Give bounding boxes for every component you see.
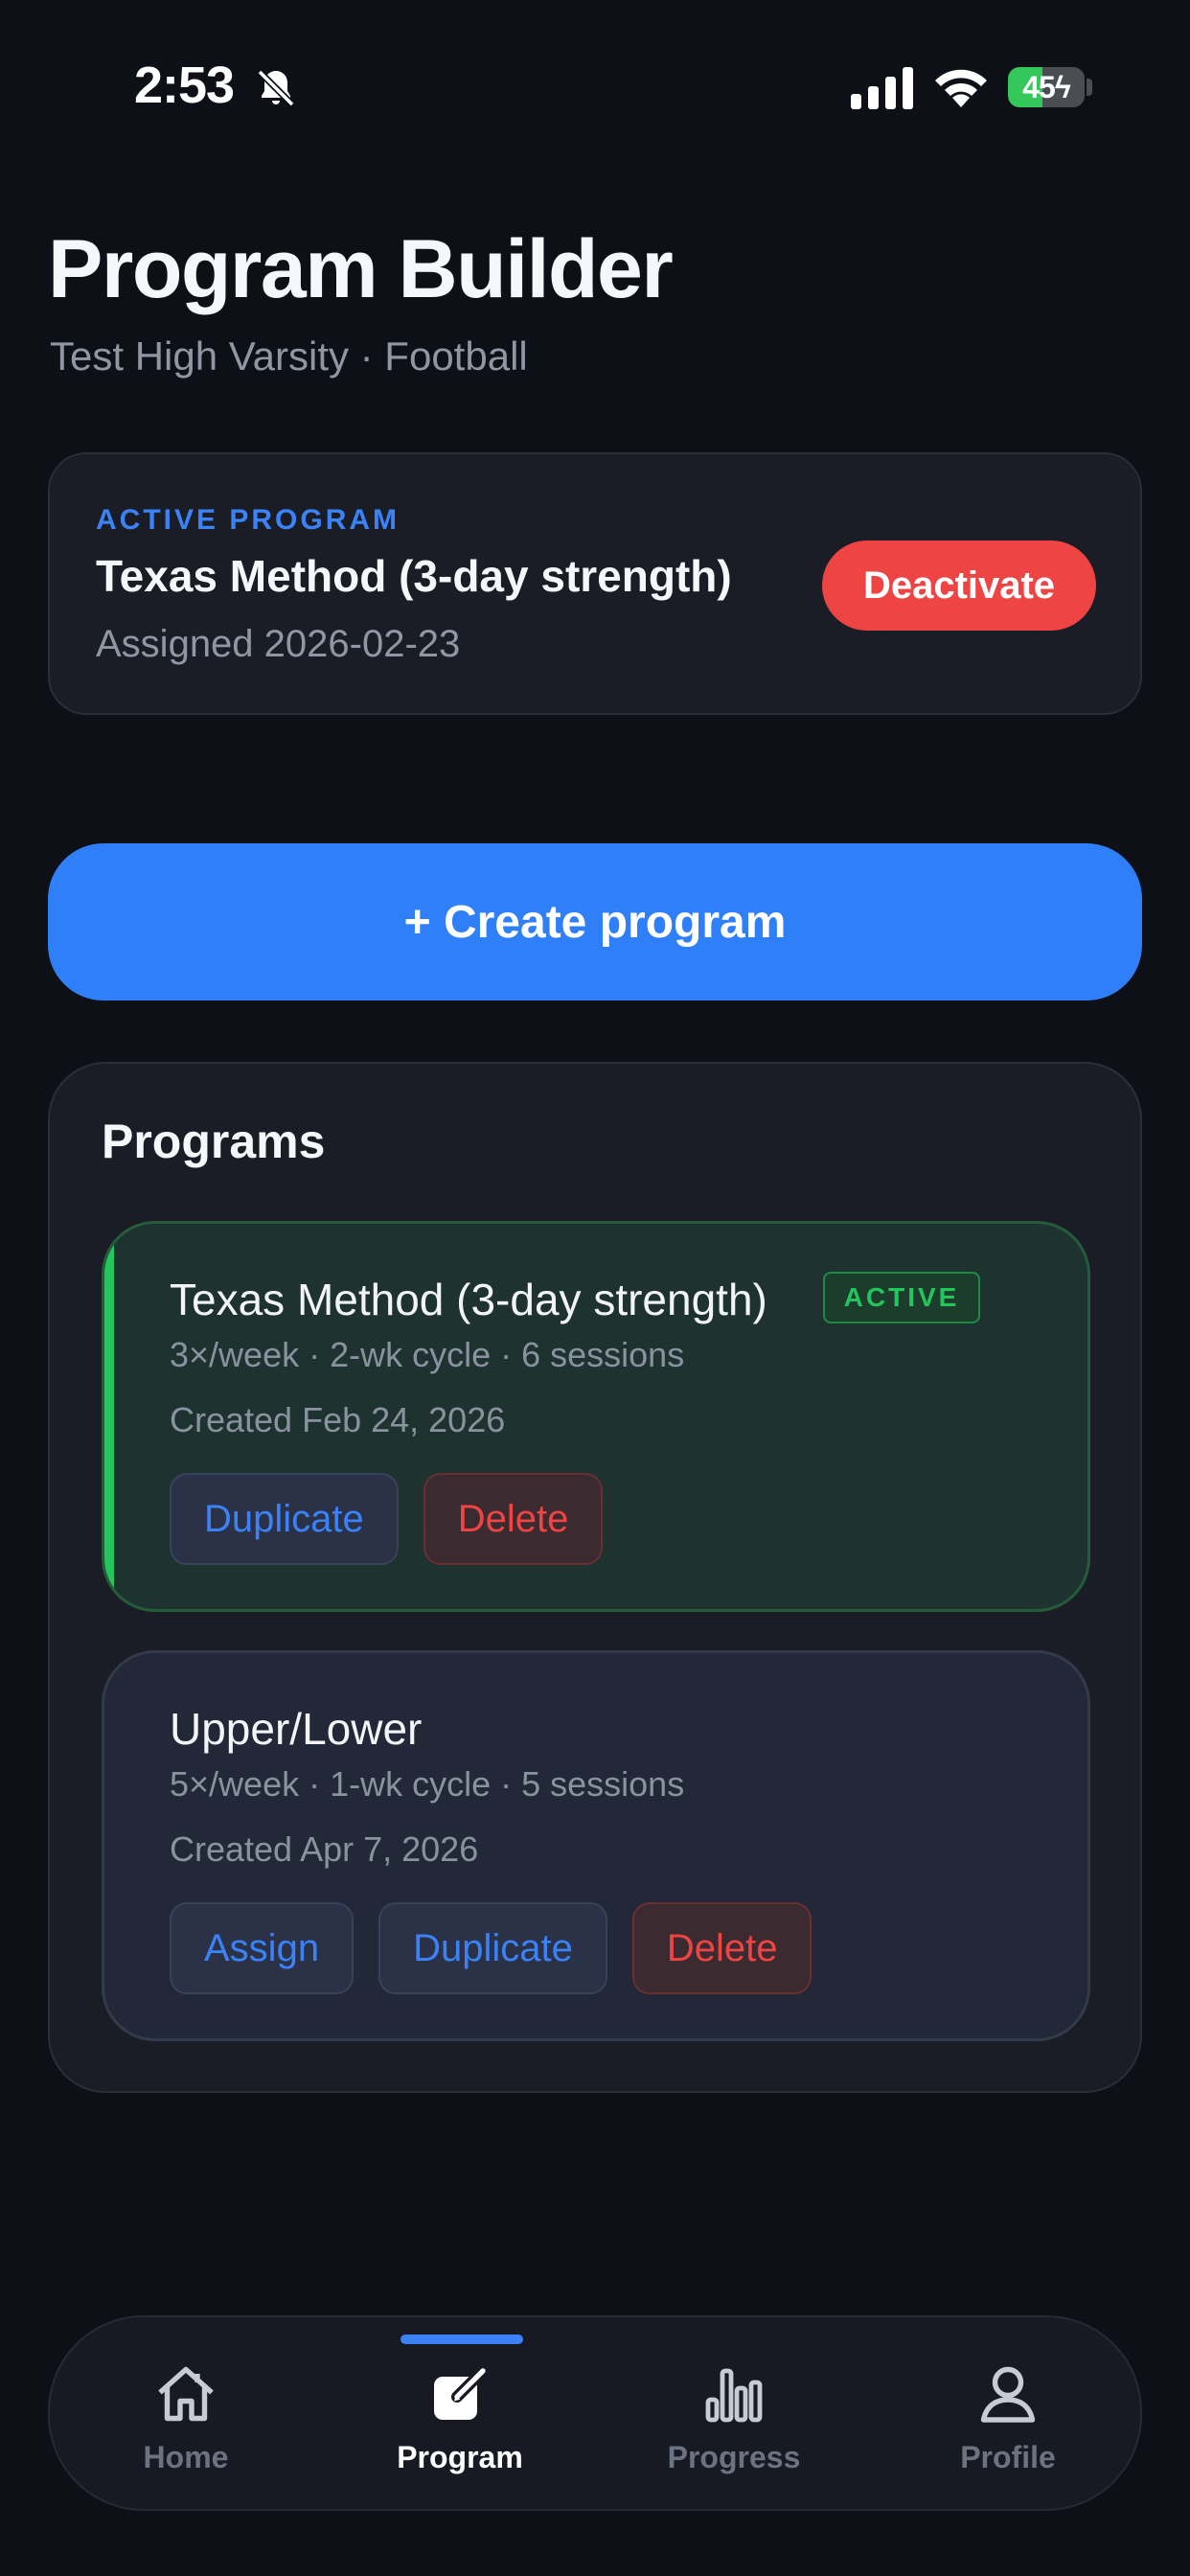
program-name: Upper/Lower xyxy=(170,1704,423,1754)
active-program-card: ACTIVE PROGRAM Texas Method (3-day stren… xyxy=(48,452,1142,715)
active-program-eyebrow: ACTIVE PROGRAM xyxy=(96,504,400,536)
program-created-date: Created Apr 7, 2026 xyxy=(170,1829,479,1869)
program-created-date: Created Feb 24, 2026 xyxy=(170,1400,506,1439)
deactivate-button[interactable]: Deactivate xyxy=(822,540,1096,631)
status-time: 2:53 xyxy=(134,57,235,114)
bell-slash-icon xyxy=(257,69,295,107)
tab-label-program: Program xyxy=(397,2440,523,2474)
tab-label-progress: Progress xyxy=(667,2440,801,2474)
create-program-button[interactable]: + Create program xyxy=(48,843,1142,1000)
wifi-icon xyxy=(935,69,987,107)
bar-chart-icon xyxy=(705,2368,763,2423)
page-subtitle: Test High Varsity · Football xyxy=(50,334,528,379)
active-status-badge: ACTIVE xyxy=(823,1272,980,1323)
programs-panel: Programs Texas Method (3-day strength) A… xyxy=(48,1062,1142,2093)
bottom-tab-bar: Home Program Progress Profile xyxy=(48,2315,1142,2511)
programs-section-title: Programs xyxy=(102,1115,326,1168)
battery-level: 45 ϟ xyxy=(1022,69,1071,104)
tab-label-profile: Profile xyxy=(960,2440,1056,2474)
delete-button[interactable]: Delete xyxy=(423,1473,604,1565)
program-card-upper-lower[interactable]: Upper/Lower 5×/week · 1-wk cycle · 5 ses… xyxy=(102,1650,1090,2041)
edit-icon xyxy=(434,2365,489,2420)
program-meta: 3×/week · 2-wk cycle · 6 sessions xyxy=(170,1335,685,1374)
tab-program[interactable]: Program xyxy=(364,2359,556,2484)
active-program-assigned-date: Assigned 2026-02-23 xyxy=(96,623,461,665)
program-actions: Assign Duplicate Delete xyxy=(170,1902,812,1994)
program-card-texas-method[interactable]: Texas Method (3-day strength) ACTIVE 3×/… xyxy=(102,1221,1090,1612)
assign-button[interactable]: Assign xyxy=(170,1902,355,1994)
program-meta: 5×/week · 1-wk cycle · 5 sessions xyxy=(170,1764,685,1804)
tab-label-home: Home xyxy=(143,2440,229,2474)
battery-icon: 45 ϟ xyxy=(1008,67,1085,107)
active-program-name: Texas Method (3-day strength) xyxy=(96,551,732,601)
duplicate-button[interactable]: Duplicate xyxy=(170,1473,399,1565)
tab-profile[interactable]: Profile xyxy=(912,2359,1104,2484)
signal-icon xyxy=(851,67,913,109)
program-actions: Duplicate Delete xyxy=(170,1473,604,1565)
page-title: Program Builder xyxy=(48,223,674,315)
program-name: Texas Method (3-day strength) xyxy=(170,1275,767,1324)
delete-button[interactable]: Delete xyxy=(631,1902,812,1994)
home-icon xyxy=(158,2366,214,2422)
battery-cap xyxy=(1087,79,1092,96)
duplicate-button[interactable]: Duplicate xyxy=(378,1902,607,1994)
person-icon xyxy=(980,2366,1036,2423)
program-builder-screen: 2:53 45 ϟ Program Builder Test High Varsi… xyxy=(0,0,1190,2576)
active-indicator-stripe xyxy=(104,1224,114,1609)
tab-home[interactable]: Home xyxy=(90,2359,282,2484)
selected-tab-indicator xyxy=(400,2334,523,2344)
tab-progress[interactable]: Progress xyxy=(638,2359,830,2484)
